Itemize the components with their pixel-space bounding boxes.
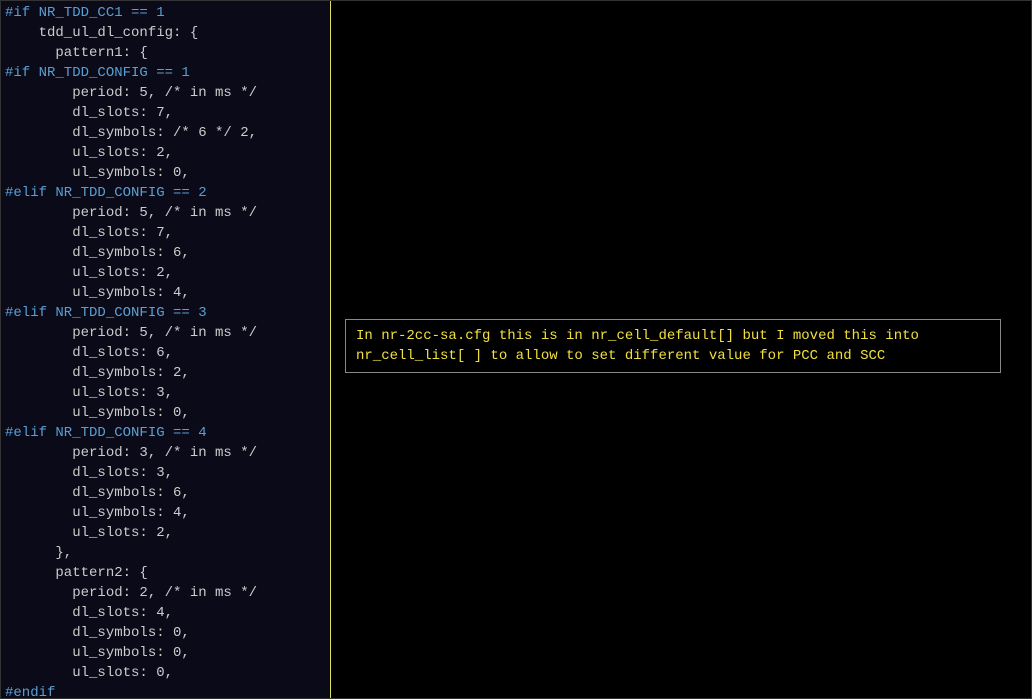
code-line: ul_slots: 2, — [1, 143, 330, 163]
code-line: dl_slots: 3, — [1, 463, 330, 483]
annotation-panel: In nr-2cc-sa.cfg this is in nr_cell_defa… — [331, 1, 1031, 698]
code-line: pattern1: { — [1, 43, 330, 63]
code-line: ul_slots: 2, — [1, 263, 330, 283]
code-line: #elif NR_TDD_CONFIG == 2 — [1, 183, 330, 203]
annotation-text: In nr-2cc-sa.cfg this is in nr_cell_defa… — [356, 328, 919, 364]
code-line: pattern2: { — [1, 563, 330, 583]
code-line: dl_slots: 7, — [1, 223, 330, 243]
code-line: ul_symbols: 0, — [1, 403, 330, 423]
code-line: }, — [1, 543, 330, 563]
code-line: period: 5, /* in ms */ — [1, 83, 330, 103]
code-line: dl_symbols: 0, — [1, 623, 330, 643]
code-line: dl_symbols: /* 6 */ 2, — [1, 123, 330, 143]
annotation-box: In nr-2cc-sa.cfg this is in nr_cell_defa… — [345, 319, 1001, 373]
code-line: dl_slots: 6, — [1, 343, 330, 363]
code-line: dl_slots: 4, — [1, 603, 330, 623]
code-line: ul_slots: 2, — [1, 523, 330, 543]
code-line: dl_symbols: 6, — [1, 243, 330, 263]
code-line: tdd_ul_dl_config: { — [1, 23, 330, 43]
code-line: period: 3, /* in ms */ — [1, 443, 330, 463]
code-line: ul_slots: 3, — [1, 383, 330, 403]
code-line: ul_symbols: 0, — [1, 163, 330, 183]
main-container: #if NR_TDD_CC1 == 1 tdd_ul_dl_config: { … — [0, 0, 1032, 699]
code-line: #endif — [1, 683, 330, 698]
code-line: period: 2, /* in ms */ — [1, 583, 330, 603]
code-line: ul_symbols: 4, — [1, 283, 330, 303]
code-line: #elif NR_TDD_CONFIG == 3 — [1, 303, 330, 323]
code-line: ul_slots: 0, — [1, 663, 330, 683]
code-line: period: 5, /* in ms */ — [1, 323, 330, 343]
code-line: dl_symbols: 6, — [1, 483, 330, 503]
code-line: #elif NR_TDD_CONFIG == 4 — [1, 423, 330, 443]
code-line: #if NR_TDD_CONFIG == 1 — [1, 63, 330, 83]
code-line: dl_slots: 7, — [1, 103, 330, 123]
code-line: #if NR_TDD_CC1 == 1 — [1, 3, 330, 23]
code-line: period: 5, /* in ms */ — [1, 203, 330, 223]
code-line: dl_symbols: 2, — [1, 363, 330, 383]
code-line: ul_symbols: 0, — [1, 643, 330, 663]
code-line: ul_symbols: 4, — [1, 503, 330, 523]
code-panel: #if NR_TDD_CC1 == 1 tdd_ul_dl_config: { … — [1, 1, 331, 698]
